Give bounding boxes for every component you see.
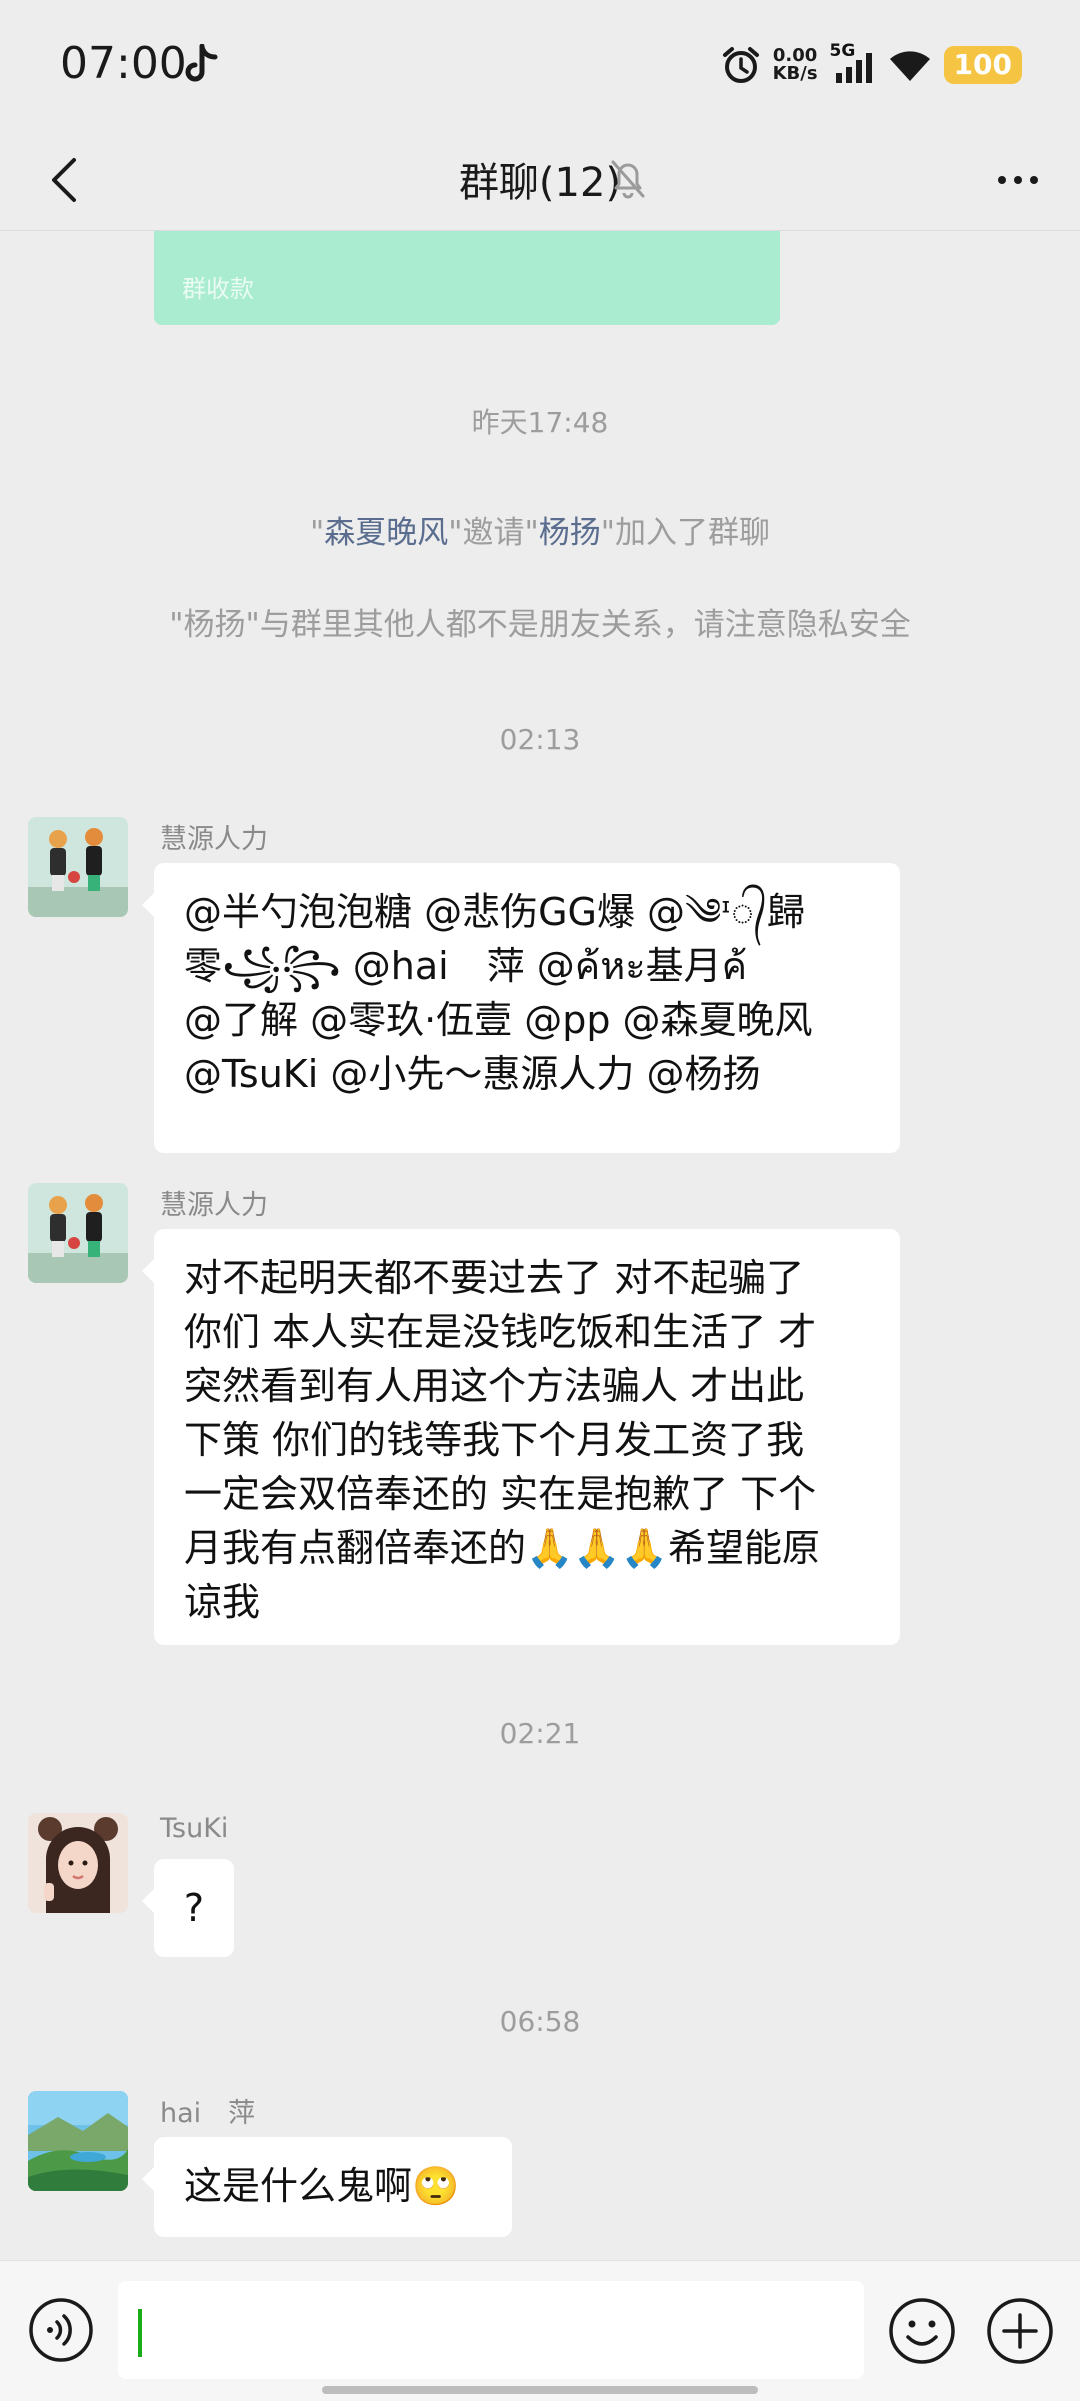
tiktok-icon <box>185 44 218 82</box>
message-line: 一定会双倍奉还的 实在是抱歉了 下个 <box>184 1472 817 1516</box>
timestamp: 昨天17:48 <box>471 406 609 439</box>
battery-level: 100 <box>943 46 1022 84</box>
message-line: 零꧁꧂ @hai 萍 @ค้หะ基月ค้ <box>184 944 748 988</box>
message-line: 对不起明天都不要过去了 对不起骗了 <box>184 1256 805 1300</box>
emoji-icon[interactable] <box>888 2297 956 2365</box>
chat-messages[interactable]: 群收款 昨天17:48 "森夏晚风"邀请"杨扬"加入了群聊 "杨扬"与群里其他人… <box>0 230 1080 2261</box>
sender-name: TsuKi <box>160 1813 229 1844</box>
alarm-icon <box>722 47 759 83</box>
message-bubble[interactable]: 这是什么鬼啊🙄 <box>142 2137 512 2237</box>
privacy-notice: "杨扬"与群里其他人都不是朋友关系，请注意隐私安全 <box>169 607 911 643</box>
avatar-couple-image <box>28 1183 128 1283</box>
bell-off-icon <box>611 160 645 199</box>
status-bar: 07:00 0.00 KB/s 5G 100 <box>0 0 1080 130</box>
status-icons: 0.00 KB/s 5G 100 <box>721 40 1022 90</box>
avatar[interactable] <box>28 2091 128 2191</box>
avatar[interactable] <box>28 817 128 917</box>
message-line: @TsuKi @小先～惠源人力 @杨扬 <box>184 1052 761 1096</box>
plus-icon[interactable] <box>986 2297 1054 2365</box>
payment-card-label: 群收款 <box>182 275 254 303</box>
chat-header: 群聊(12) <box>0 130 1080 230</box>
avatar-landscape-image <box>28 2091 128 2191</box>
message-line: 下策 你们的钱等我下个月发工资了我 <box>184 1418 805 1462</box>
message-line: 这是什么鬼啊🙄 <box>184 2164 460 2208</box>
avatar-girl-image <box>28 1813 128 1913</box>
status-time: 07:00 <box>60 38 187 89</box>
message-line: @了解 @零玖·伍壹 @pp @森夏晚风 <box>184 998 813 1042</box>
input-bar <box>0 2260 1080 2401</box>
group-payment-card[interactable]: 群收款 <box>154 231 780 325</box>
invite-end-text: "加入了群聊 <box>600 515 771 551</box>
quote: " <box>309 515 325 551</box>
timestamp: 02:13 <box>499 723 581 756</box>
signal-indicator: 5G <box>830 41 876 85</box>
message-line: 突然看到有人用这个方法骗人 才出此 <box>184 1364 805 1408</box>
message-line: 你们 本人实在是没钱吃饭和生活了 才 <box>184 1310 817 1354</box>
timestamp: 06:58 <box>499 2005 581 2038</box>
message-bubble[interactable]: ? <box>142 1859 234 1957</box>
message-input[interactable] <box>118 2281 864 2379</box>
wifi-icon <box>889 51 930 81</box>
invite-text: "邀请" <box>448 515 539 551</box>
timestamp: 02:21 <box>499 1717 581 1750</box>
sender-name: hai 萍 <box>160 2098 256 2129</box>
avatar-couple-image <box>28 817 128 917</box>
invitee-name[interactable]: 杨扬 <box>539 515 601 551</box>
signal-icon <box>835 53 872 83</box>
inviter-name[interactable]: 森夏晚风 <box>324 515 448 551</box>
more-dots-icon[interactable] <box>982 148 1054 212</box>
system-invite-notice: "森夏晚风"邀请"杨扬"加入了群聊 <box>0 507 1080 552</box>
sender-name: 慧源人力 <box>160 824 268 855</box>
message-line: @半勺泡泡糖 @悲伤GG爆 @༄ᶦ᭄歸 <box>184 890 806 934</box>
text-cursor <box>138 2309 142 2357</box>
net-speed: 0.00 KB/s <box>773 47 818 83</box>
home-indicator[interactable] <box>322 2386 758 2394</box>
message-line: 月我有点翻倍奉还的🙏🙏🙏希望能原 <box>184 1526 820 1570</box>
voice-icon[interactable] <box>28 2297 94 2363</box>
message-bubble[interactable]: 对不起明天都不要过去了 对不起骗了 你们 本人实在是没钱吃饭和生活了 才 突然看… <box>142 1229 900 1645</box>
net-speed-unit: KB/s <box>772 63 818 84</box>
chat-title[interactable]: 群聊(12) <box>0 150 1080 208</box>
message-bubble[interactable]: @半勺泡泡糖 @悲伤GG爆 @༄ᶦ᭄歸 零꧁꧂ @hai 萍 @ค้หะ基月ค้… <box>142 863 900 1153</box>
message-line: 谅我 <box>184 1580 261 1624</box>
message-line: ? <box>183 1886 205 1930</box>
sender-name: 慧源人力 <box>160 1190 268 1221</box>
avatar[interactable] <box>28 1813 128 1913</box>
avatar[interactable] <box>28 1183 128 1283</box>
